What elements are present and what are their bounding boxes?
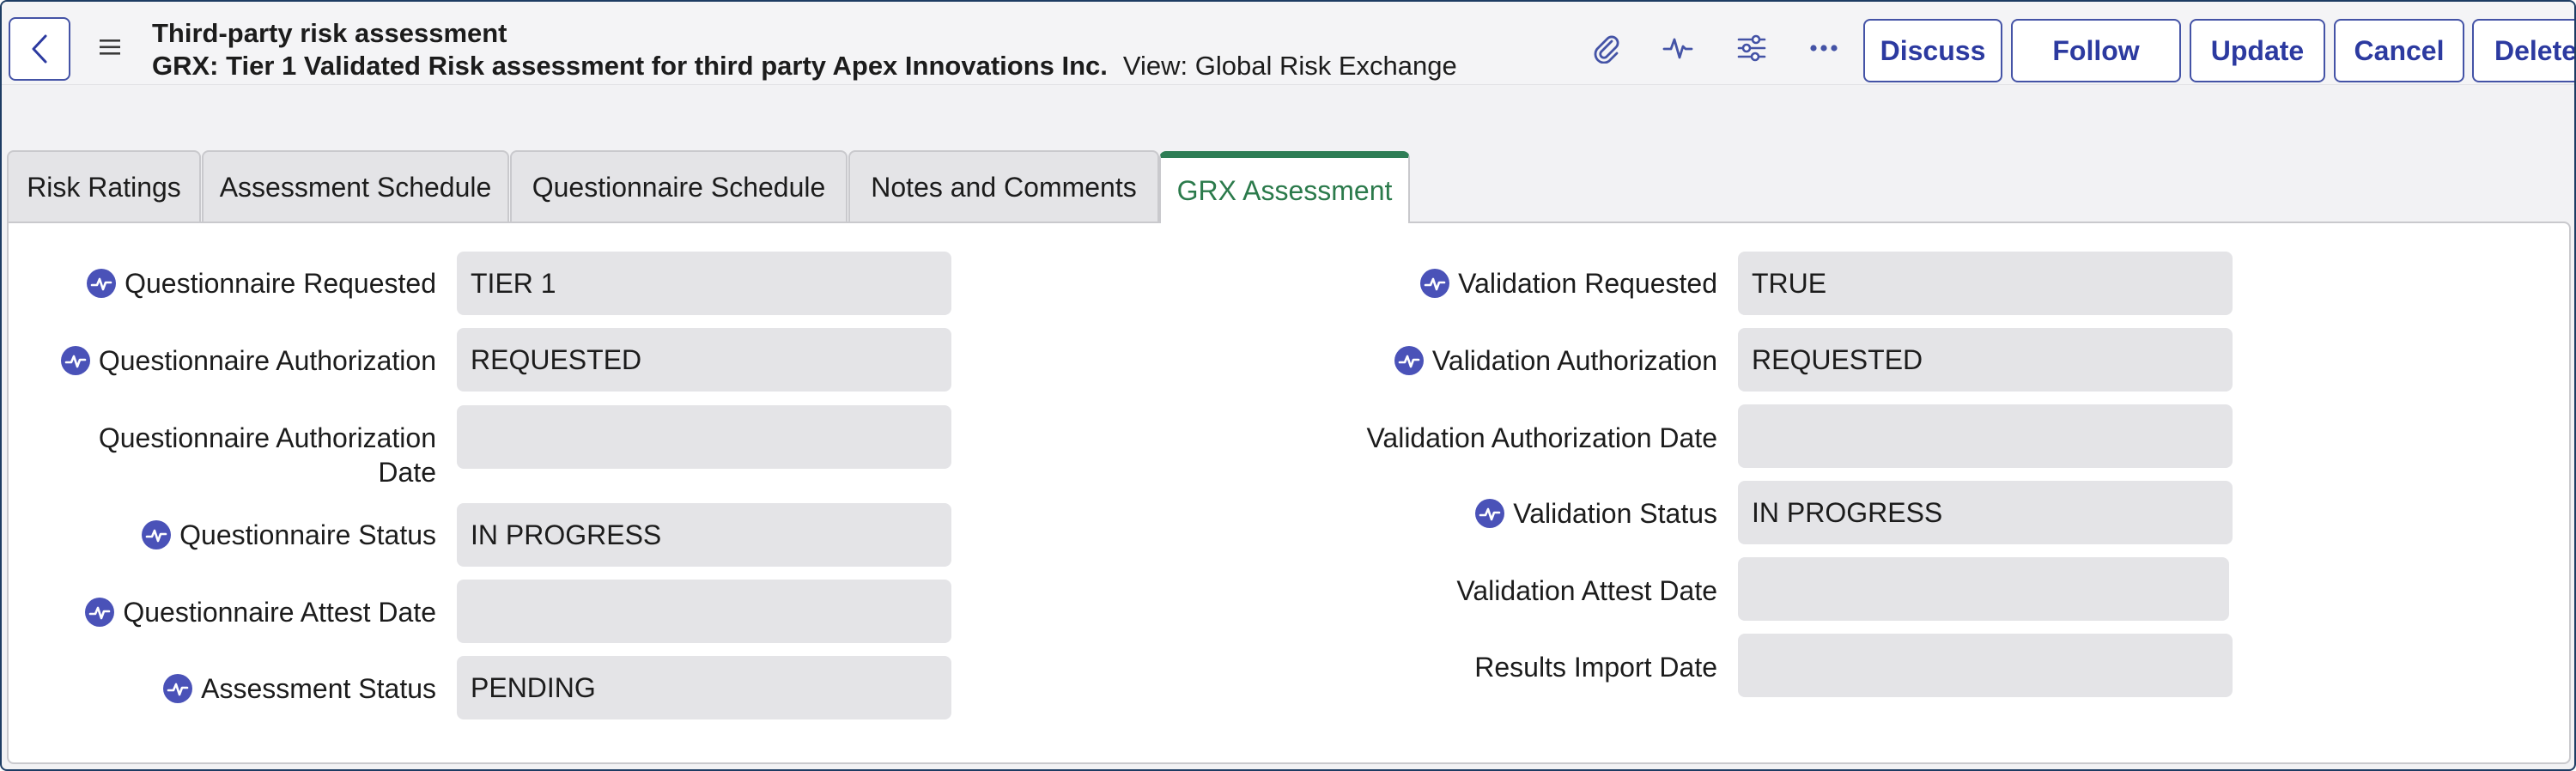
view-label: View: Global Risk Exchange xyxy=(1122,51,1457,81)
results-import-date-text: Results Import Date xyxy=(1474,652,1717,683)
tab-grx-assessment[interactable]: GRX Assessment xyxy=(1159,151,1410,223)
update-button[interactable]: Update xyxy=(2190,19,2325,82)
validation-requested-label: Validation Requested xyxy=(1290,266,1717,301)
questionnaire-requested-field[interactable]: TIER 1 xyxy=(457,252,951,315)
questionnaire-authorization-date-field[interactable] xyxy=(457,405,951,469)
form-window: Third-party risk assessment GRX: Tier 1 … xyxy=(0,0,2576,771)
data-policy-icon xyxy=(1420,269,1450,298)
questionnaire-requested-text: Questionnaire Requested xyxy=(125,268,436,299)
assessment-status-text: Assessment Status xyxy=(201,673,436,704)
data-policy-icon xyxy=(1394,346,1424,375)
follow-button[interactable]: Follow xyxy=(2011,19,2181,82)
validation-authorization-label: Validation Authorization xyxy=(1290,343,1717,378)
validation-authorization-text: Validation Authorization xyxy=(1431,345,1717,376)
questionnaire-authorization-text: Questionnaire Authorization xyxy=(98,345,436,376)
header-titles: Third-party risk assessment GRX: Tier 1 … xyxy=(152,17,1457,82)
results-import-date-field[interactable] xyxy=(1738,634,2233,697)
questionnaire-attest-date-label: Questionnaire Attest Date xyxy=(53,595,436,629)
assessment-status-label: Assessment Status xyxy=(53,671,436,706)
validation-authorization-field[interactable]: REQUESTED xyxy=(1738,328,2233,392)
data-policy-icon xyxy=(60,346,90,375)
record-name: GRX: Tier 1 Validated Risk assessment fo… xyxy=(152,51,1108,81)
form-header: Third-party risk assessment GRX: Tier 1 … xyxy=(2,2,2574,85)
data-policy-icon xyxy=(163,674,193,703)
attachment-icon[interactable] xyxy=(1589,31,1623,65)
chevron-left-icon xyxy=(32,34,47,64)
validation-attest-date-label: Validation Attest Date xyxy=(1290,574,1717,608)
tab-risk-ratings[interactable]: Risk Ratings xyxy=(7,150,201,222)
validation-requested-field[interactable]: TRUE xyxy=(1738,252,2233,315)
data-policy-icon xyxy=(87,269,117,298)
hamburger-menu-icon[interactable] xyxy=(98,38,124,57)
validation-authorization-date-field[interactable] xyxy=(1738,404,2233,468)
validation-requested-text: Validation Requested xyxy=(1458,268,1717,299)
questionnaire-authorization-label: Questionnaire Authorization xyxy=(36,343,436,378)
delete-button[interactable]: Delete xyxy=(2472,19,2574,82)
activity-icon[interactable] xyxy=(1661,31,1695,65)
tab-assessment-schedule[interactable]: Assessment Schedule xyxy=(202,150,509,222)
questionnaire-status-label: Questionnaire Status xyxy=(53,518,436,552)
assessment-status-field[interactable]: PENDING xyxy=(457,656,951,719)
questionnaire-attest-date-field[interactable] xyxy=(457,580,951,643)
questionnaire-authorization-date-label: Questionnaire Authorization Date xyxy=(98,422,436,488)
back-button[interactable] xyxy=(9,17,70,81)
questionnaire-attest-date-text: Questionnaire Attest Date xyxy=(123,597,436,628)
tab-notes-and-comments[interactable]: Notes and Comments xyxy=(848,150,1159,222)
questionnaire-authorization-field[interactable]: REQUESTED xyxy=(457,328,951,392)
validation-status-label: Validation Status xyxy=(1290,496,1717,531)
settings-sliders-icon[interactable] xyxy=(1735,31,1769,65)
record-subtitle: GRX: Tier 1 Validated Risk assessment fo… xyxy=(152,50,1457,82)
questionnaire-status-field[interactable]: IN PROGRESS xyxy=(457,503,951,567)
validation-attest-date-field[interactable] xyxy=(1738,557,2229,621)
validation-status-text: Validation Status xyxy=(1513,498,1717,529)
questionnaire-status-text: Questionnaire Status xyxy=(179,519,436,550)
validation-authorization-date-label: Validation Authorization Date xyxy=(1290,421,1717,455)
questionnaire-requested-label: Questionnaire Requested xyxy=(53,266,436,301)
validation-authorization-date-text: Validation Authorization Date xyxy=(1366,422,1717,453)
more-options-icon[interactable] xyxy=(1807,31,1841,65)
data-policy-icon xyxy=(142,520,172,549)
record-type-title: Third-party risk assessment xyxy=(152,18,507,48)
validation-attest-date-text: Validation Attest Date xyxy=(1456,575,1717,606)
cancel-button[interactable]: Cancel xyxy=(2334,19,2464,82)
data-policy-icon xyxy=(1475,499,1505,528)
results-import-date-label: Results Import Date xyxy=(1290,650,1717,684)
tab-questionnaire-schedule[interactable]: Questionnaire Schedule xyxy=(510,150,848,222)
validation-status-field[interactable]: IN PROGRESS xyxy=(1738,481,2233,544)
data-policy-icon xyxy=(85,598,115,627)
discuss-button[interactable]: Discuss xyxy=(1863,19,2002,82)
